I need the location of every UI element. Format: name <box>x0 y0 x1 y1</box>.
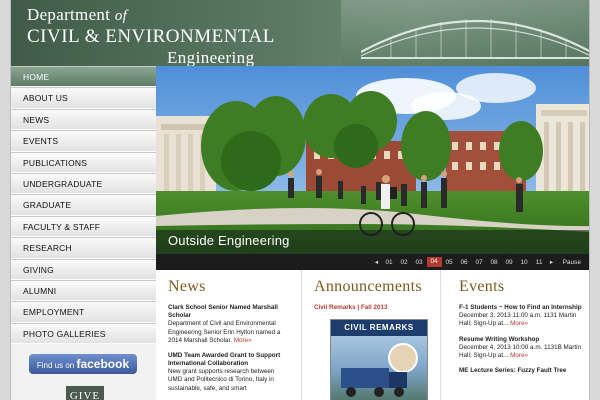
prev-slide-icon[interactable]: ◂ <box>372 258 382 266</box>
pager-page-11[interactable]: 11 <box>532 259 547 266</box>
news-item-body: New grant supports research between UMD … <box>168 368 275 392</box>
event-item: ME Lecture Series: Fuzzy Fault Tree <box>459 367 589 375</box>
sidebar-item-employment[interactable]: EMPLOYMENT <box>11 301 156 323</box>
news-item: UMD Team Awarded Grant to Support Intern… <box>168 352 296 393</box>
news-item: Clark School Senior Named Marshall Schol… <box>168 304 296 345</box>
news-heading[interactable]: News <box>168 278 296 296</box>
sidebar-nav: HOME ABOUT US NEWS EVENTS PUBLICATIONS U… <box>11 66 156 400</box>
sidebar-item-alumni[interactable]: ALUMNI <box>11 279 156 302</box>
pager-page-04[interactable]: 04 <box>426 257 442 267</box>
pager-page-05[interactable]: 05 <box>442 259 457 266</box>
facebook-logo-text: facebook <box>76 357 130 371</box>
event-more-link[interactable]: More» <box>510 320 528 327</box>
news-item-title[interactable]: UMD Team Awarded Grant to Support Intern… <box>168 352 288 368</box>
event-more-link[interactable]: More» <box>510 352 528 359</box>
announcements-column: Announcements Civil Remarks | Fall 2013 … <box>301 270 441 400</box>
slideshow-pager: ◂ 01 02 03 04 05 06 07 08 09 10 11 ▸ Pau… <box>156 254 589 270</box>
give-button[interactable]: GIVE <box>66 386 104 400</box>
hero-caption-bar: Outside Engineering <box>156 230 589 254</box>
magazine-title: CIVIL REMARKS <box>331 320 427 336</box>
hero-slideshow[interactable]: Outside Engineering <box>156 66 589 254</box>
facebook-button[interactable]: Find us on facebook <box>29 354 137 374</box>
events-heading[interactable]: Events <box>459 278 589 296</box>
title-line-of: of <box>114 8 128 24</box>
title-line-engineering: Engineering <box>167 48 255 66</box>
campus-photo <box>156 66 589 254</box>
title-line-civil: CIVIL & ENVIRONMENTAL <box>27 26 275 47</box>
event-item: Resume Writing Workshop December 4, 2013… <box>459 336 589 361</box>
sidebar-item-about-us[interactable]: ABOUT US <box>11 87 156 109</box>
facebook-prefix: Find us on <box>36 361 75 370</box>
sidebar-item-graduate[interactable]: GRADUATE <box>11 194 156 216</box>
sidebar-item-faculty-staff[interactable]: FACULTY & STAFF <box>11 215 156 238</box>
event-item: F-1 Students ~ How to Find an Internship… <box>459 304 589 329</box>
event-item-title[interactable]: Resume Writing Workshop <box>459 336 583 344</box>
sidebar-item-giving[interactable]: GIVING <box>11 258 156 280</box>
event-item-title[interactable]: ME Lecture Series: Fuzzy Fault Tree <box>459 367 583 375</box>
pager-page-06[interactable]: 06 <box>457 259 472 266</box>
sidebar-item-publications[interactable]: PUBLICATIONS <box>11 151 156 173</box>
event-item-title[interactable]: F-1 Students ~ How to Find an Internship <box>459 304 583 312</box>
news-column: News Clark School Senior Named Marshall … <box>156 270 296 400</box>
title-line-department: Department <box>27 5 111 24</box>
pager-page-01[interactable]: 01 <box>382 259 397 266</box>
announcement-link[interactable]: Civil Remarks | Fall 2013 <box>314 304 440 311</box>
pager-page-10[interactable]: 10 <box>517 259 532 266</box>
announcements-heading[interactable]: Announcements <box>314 278 440 296</box>
sidebar-item-research[interactable]: RESEARCH <box>11 237 156 259</box>
hero-caption[interactable]: Outside Engineering <box>168 233 290 248</box>
pause-button[interactable]: Pause <box>563 259 581 266</box>
sidebar-item-events[interactable]: EVENTS <box>11 130 156 152</box>
page: Department of CIVIL & ENVIRONMENTAL Engi… <box>10 0 590 400</box>
events-column: Events F-1 Students ~ How to Find an Int… <box>447 270 589 400</box>
pager-page-08[interactable]: 08 <box>487 259 502 266</box>
pager-page-07[interactable]: 07 <box>472 259 487 266</box>
bridge-graphic <box>361 19 589 59</box>
sidebar-item-news[interactable]: NEWS <box>11 108 156 131</box>
sidebar-item-photo-galleries[interactable]: PHOTO GALLERIES <box>11 322 156 345</box>
pager-page-02[interactable]: 02 <box>397 259 412 266</box>
news-item-body: Department of Civil and Environmental En… <box>168 320 281 344</box>
next-slide-icon[interactable]: ▸ <box>547 258 557 266</box>
news-more-link[interactable]: More» <box>234 337 252 344</box>
sidebar-item-home[interactable]: HOME <box>11 66 156 88</box>
magazine-cover[interactable]: CIVIL REMARKS <box>330 319 428 400</box>
site-header: Department of CIVIL & ENVIRONMENTAL Engi… <box>11 0 589 66</box>
news-item-title[interactable]: Clark School Senior Named Marshall Schol… <box>168 304 288 320</box>
sidebar-item-undergraduate[interactable]: UNDERGRADUATE <box>11 172 156 195</box>
pager-page-09[interactable]: 09 <box>502 259 517 266</box>
pager-page-03[interactable]: 03 <box>412 259 427 266</box>
department-title[interactable]: Department of CIVIL & ENVIRONMENTAL Engi… <box>27 6 275 66</box>
